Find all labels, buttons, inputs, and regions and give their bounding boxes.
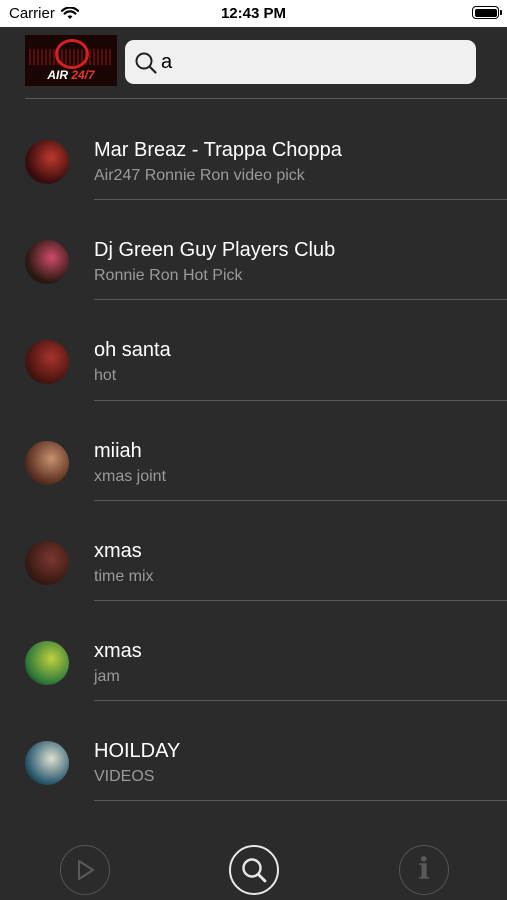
video-thumbnail [25, 140, 69, 184]
tab-search[interactable] [229, 845, 279, 895]
battery-icon [472, 6, 502, 19]
app-logo: AIR 24/7 [25, 35, 117, 86]
play-icon [78, 860, 94, 880]
list-item[interactable]: xmas time mix [0, 513, 507, 613]
results-list: Mar Breaz - Trappa Choppa Air247 Ronnie R… [0, 112, 507, 813]
item-title: xmas [94, 639, 142, 662]
list-item[interactable]: oh santa hot [0, 312, 507, 412]
item-title: HOILDAY [94, 740, 181, 763]
search-input[interactable] [161, 48, 461, 76]
item-title: Dj Green Guy Players Club [94, 239, 336, 262]
row-divider [94, 499, 507, 501]
logo-ring [55, 39, 89, 69]
tab-info[interactable]: i [399, 845, 449, 895]
item-subtitle: xmas joint [94, 467, 167, 485]
item-subtitle: Ronnie Ron Hot Pick [94, 267, 243, 285]
list-item[interactable]: miiah xmas joint [0, 413, 507, 513]
row-divider [94, 700, 507, 702]
tab-bar: i [0, 838, 507, 900]
search-icon [135, 52, 157, 74]
search-icon [242, 858, 267, 883]
list-item[interactable]: Dj Green Guy Players Club Ronnie Ron Hot … [0, 212, 507, 312]
item-subtitle: Air247 Ronnie Ron video pick [94, 167, 305, 184]
video-thumbnail [25, 741, 69, 786]
clock: 12:43 PM [220, 5, 287, 22]
video-thumbnail [25, 340, 69, 385]
video-thumbnail [25, 540, 69, 585]
item-subtitle: hot [94, 367, 117, 385]
row-divider [94, 800, 507, 802]
video-thumbnail [25, 440, 69, 485]
list-item[interactable]: xmas jam [0, 613, 507, 713]
item-title: oh santa [94, 339, 171, 362]
item-subtitle: VIDEOS [94, 768, 155, 786]
video-thumbnail [25, 240, 69, 285]
item-subtitle: time mix [94, 567, 154, 585]
row-divider [94, 199, 507, 201]
row-divider [94, 599, 507, 601]
info-icon: i [418, 852, 430, 887]
list-item[interactable]: HOILDAY VIDEOS [0, 713, 507, 813]
header-divider [25, 98, 507, 99]
item-title: miiah [94, 439, 142, 462]
logo-text: AIR 24/7 [47, 68, 95, 82]
list-item[interactable]: Mar Breaz - Trappa Choppa Air247 Ronnie R… [0, 112, 507, 212]
item-subtitle: jam [94, 667, 120, 685]
video-thumbnail [25, 640, 69, 685]
status-bar: Carrier 12:43 PM [0, 0, 507, 27]
row-divider [94, 299, 507, 301]
tab-player[interactable] [60, 845, 110, 895]
search-bar[interactable] [125, 40, 476, 84]
item-title: xmas [94, 539, 142, 562]
row-divider [94, 399, 507, 401]
item-title: Mar Breaz - Trappa Choppa [94, 139, 342, 161]
